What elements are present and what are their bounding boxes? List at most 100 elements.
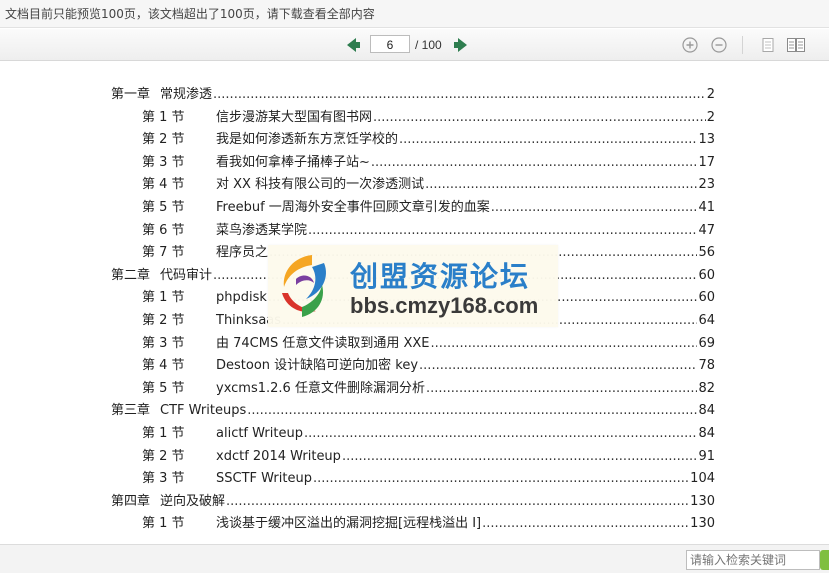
- toc-entry-number: 第 7 节: [142, 245, 185, 261]
- toc-entry-title: 对 XX 科技有限公司的一次渗透测试: [216, 177, 425, 193]
- toc-entry-title: 我是如何渗透新东方烹饪学校的: [216, 132, 399, 148]
- toc-entry-title: 信步漫游某大型国有图书网: [216, 109, 373, 125]
- toc-entry-number: 第 2 节: [142, 312, 185, 328]
- toc-entry-page: 56: [698, 245, 715, 261]
- toc-entry-number: 第 3 节: [142, 335, 185, 351]
- toc-dot-leader: [431, 333, 698, 356]
- toc-entry-number: 第 1 节: [142, 516, 185, 532]
- toc-entry-title: 逆向及破解: [160, 493, 226, 509]
- search-button[interactable]: [820, 550, 829, 570]
- toc-entry-page: 17: [698, 154, 715, 170]
- toc-entry-page: 82: [698, 380, 715, 396]
- toc-section-row[interactable]: 第 2 节 xdctf 2014 Writeup 91: [111, 446, 715, 469]
- toc-entry-number: 第 4 节: [142, 358, 185, 374]
- toc-entry-title: phpdisk: [216, 290, 267, 306]
- toc-chapter-row[interactable]: 第三章 CTF Writeups 84: [111, 400, 715, 423]
- toc-entry-title: Destoon 设计缺陷可逆向加密 key: [216, 358, 419, 374]
- toc-section-row[interactable]: 第 1 节 alictf Writeup 84: [111, 423, 715, 446]
- toc-section-row[interactable]: 第 4 节 对 XX 科技有限公司的一次渗透测试 23: [111, 174, 715, 197]
- toc-dot-leader: [313, 468, 689, 491]
- toc-dot-leader: [373, 107, 706, 130]
- toc-dot-leader: [425, 174, 697, 197]
- toc-dot-leader: [399, 129, 697, 152]
- toc-section-row[interactable]: 第 4 节 Destoon 设计缺陷可逆向加密 key 78: [111, 355, 715, 378]
- toc-section-row[interactable]: 第 3 节 由 74CMS 任意文件读取到通用 XXE 69: [111, 333, 715, 356]
- toc-entry-number: 第 5 节: [142, 199, 185, 215]
- toc-section-row[interactable]: 第 1 节 信步漫游某大型国有图书网 2: [111, 107, 715, 130]
- page-number-input[interactable]: 6: [370, 35, 410, 53]
- watermark-title: 创盟资源论坛: [350, 260, 531, 293]
- toc-entry-title: xdctf 2014 Writeup: [216, 448, 341, 464]
- toc-dot-leader: [482, 513, 689, 536]
- toc-entry-title: 菜鸟渗透某学院: [216, 222, 308, 238]
- toc-entry-page: 91: [698, 448, 715, 464]
- toc-entry-title: CTF Writeups: [160, 403, 247, 419]
- toc-entry-title: 代码审计: [160, 267, 213, 283]
- toc-entry-number: 第一章: [111, 87, 151, 102]
- toc-dot-leader: [247, 400, 697, 423]
- toc-entry-number: 第 5 节: [142, 380, 185, 396]
- toc-entry-number: 第三章: [111, 403, 151, 419]
- toc-entry-page: 64: [698, 312, 715, 328]
- toc-dot-leader: [213, 84, 706, 107]
- toc-entry-page: 13: [698, 132, 715, 148]
- toc-entry-title: Freebuf 一周海外安全事件回顾文章引发的血案: [216, 199, 490, 215]
- toc-section-row[interactable]: 第 2 节 我是如何渗透新东方烹饪学校的 13: [111, 129, 715, 152]
- toc-dot-leader: [371, 152, 698, 175]
- toc-entry-page: 69: [698, 335, 715, 351]
- toc-entry-number: 第 3 节: [142, 154, 185, 170]
- toc-entry-number: 第 6 节: [142, 222, 185, 238]
- toc-chapter-row[interactable]: 第四章逆向及破解 130: [111, 491, 715, 514]
- toc-section-row[interactable]: 第 3 节 看我如何拿棒子捅棒子站~ 17: [111, 152, 715, 175]
- toc-entry-page: 78: [698, 358, 715, 374]
- toc-entry-page: 23: [698, 177, 715, 193]
- toc-entry-title: 浅谈基于缓冲区溢出的漏洞挖掘[远程栈溢出 I]: [216, 516, 482, 532]
- site-watermark: 创盟资源论坛 bbs.cmzy168.com: [268, 245, 558, 327]
- toc-entry-page: 130: [690, 516, 715, 532]
- toc-entry-title: SSCTF Writeup: [216, 471, 312, 487]
- toc-entry-title: yxcms1.2.6 任意文件删除漏洞分析: [216, 380, 425, 396]
- toc-entry-page: 84: [698, 425, 715, 441]
- toc-entry-title: 常规渗透: [160, 87, 213, 102]
- search-input[interactable]: [686, 550, 820, 570]
- arrow-right-icon[interactable]: [453, 37, 469, 53]
- toc-chapter-row[interactable]: 第一章常规渗透 2: [111, 84, 715, 107]
- toc-entry-page: 41: [698, 199, 715, 215]
- toolbar-divider: [742, 36, 743, 54]
- toc-entry-page: 2: [706, 109, 715, 125]
- double-page-view-icon[interactable]: [787, 37, 805, 53]
- toc-dot-leader: [226, 491, 689, 514]
- arrow-left-icon[interactable]: [345, 37, 361, 53]
- toc-entry-title: alictf Writeup: [216, 425, 303, 441]
- toc-entry-number: 第 4 节: [142, 177, 185, 193]
- toc-section-row[interactable]: 第 5 节 yxcms1.2.6 任意文件删除漏洞分析 82: [111, 378, 715, 401]
- toc-entry-number: 第 1 节: [142, 425, 185, 441]
- toc-section-row[interactable]: 第 5 节 Freebuf 一周海外安全事件回顾文章引发的血案 41: [111, 197, 715, 220]
- toc-entry-number: 第 1 节: [142, 109, 185, 125]
- toc-dot-leader: [304, 423, 697, 446]
- toc-entry-number: 第 3 节: [142, 471, 185, 487]
- zoom-out-icon[interactable]: [711, 37, 727, 53]
- toc-entry-page: 130: [690, 493, 715, 509]
- toc-entry-page: 104: [690, 471, 715, 487]
- watermark-url: bbs.cmzy168.com: [350, 293, 539, 318]
- toc-dot-leader: [308, 220, 697, 243]
- toc-entry-page: 47: [698, 222, 715, 238]
- toc-entry-number: 第 1 节: [142, 290, 185, 306]
- single-page-view-icon[interactable]: [760, 37, 776, 53]
- toc-entry-number: 第四章: [111, 493, 151, 509]
- toc-entry-number: 第 2 节: [142, 132, 185, 148]
- toc-section-row[interactable]: 第 1 节 浅谈基于缓冲区溢出的漏洞挖掘[远程栈溢出 I] 130: [111, 513, 715, 536]
- toc-section-row[interactable]: 第 6 节 菜鸟渗透某学院 47: [111, 220, 715, 243]
- toc-dot-leader: [426, 378, 698, 401]
- toc-entry-title: 程序员之: [216, 245, 269, 261]
- status-bar: [0, 544, 829, 573]
- toc-section-row[interactable]: 第 3 节 SSCTF Writeup 104: [111, 468, 715, 491]
- zoom-in-icon[interactable]: [682, 37, 698, 53]
- swirl-logo-icon: [272, 249, 342, 323]
- toc-dot-leader: [342, 446, 698, 469]
- toc-dot-leader: [491, 197, 698, 220]
- toc-entry-page: 2: [706, 87, 715, 102]
- toc-entry-number: 第 2 节: [142, 448, 185, 464]
- total-pages: / 100: [415, 38, 442, 52]
